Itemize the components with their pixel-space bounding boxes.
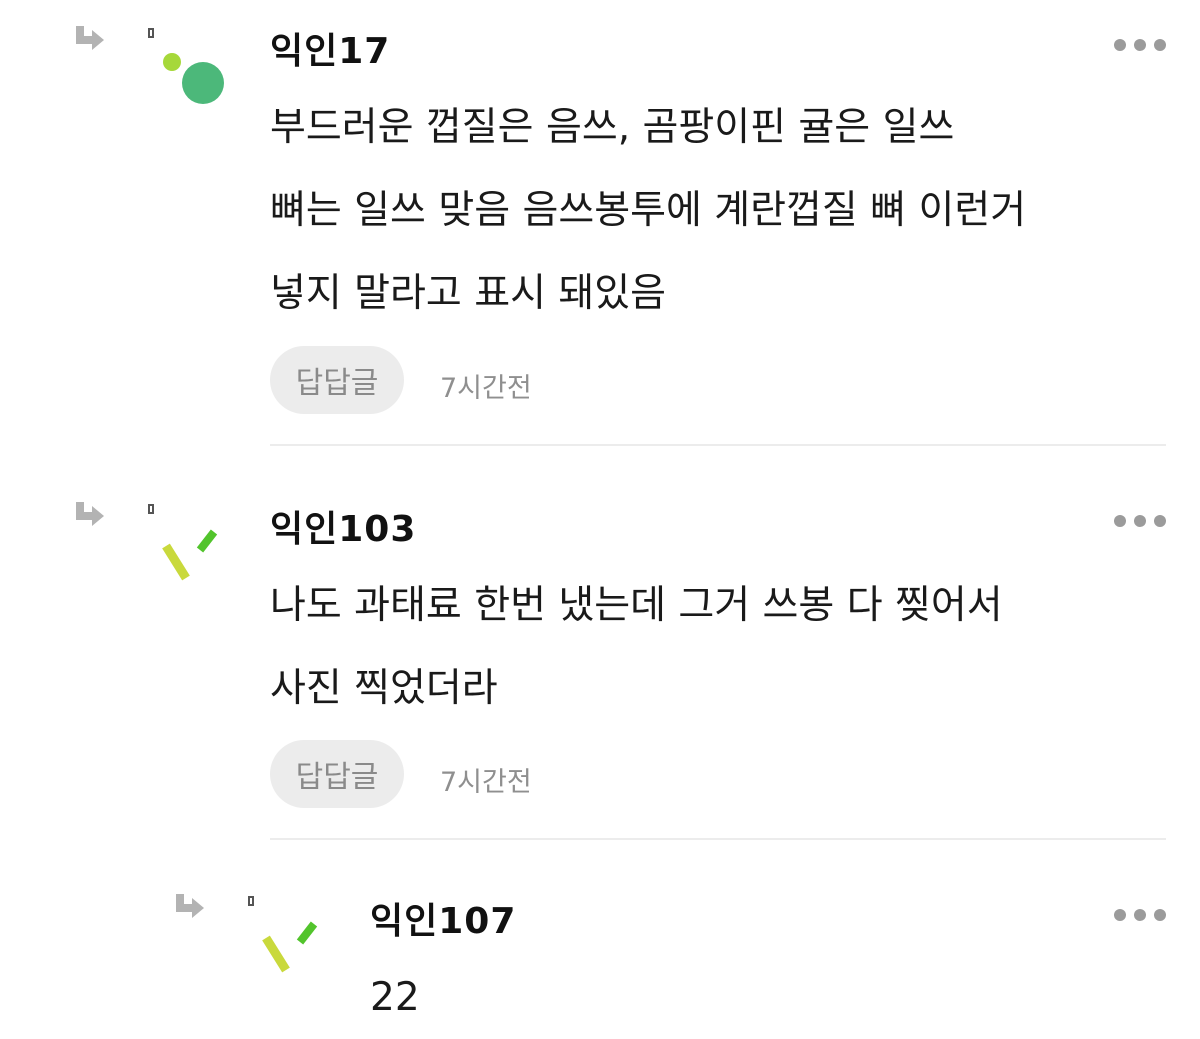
more-options-icon[interactable] [1114,38,1166,52]
avatar[interactable] [256,914,336,994]
comment-item: 익인107 22 [0,872,1200,1032]
reply-button[interactable]: 답답글 [270,346,404,414]
avatar[interactable] [156,522,236,602]
comment-author[interactable]: 익인17 [270,22,390,74]
comment-line: 22 [370,975,420,1020]
divider [270,444,1166,446]
comment-body: 22 [370,956,420,1039]
broken-image-icon [148,504,154,514]
comment-line: 넣지 말라고 표시 돼있음 [270,271,666,316]
comment-item: 익인103 나도 과태료 한번 냈는데 그거 쓰봉 다 찢어서 사진 찍었더라 … [0,478,1200,842]
comment-line: 사진 찍었더라 [270,666,498,711]
comment-line: 부드러운 껍질은 음쓰, 곰팡이핀 귤은 일쓰 [270,105,955,150]
comment-timestamp: 7시간전 [440,373,532,404]
reply-arrow-icon [74,24,108,54]
comment-author[interactable]: 익인103 [270,500,416,552]
comment-item: 익인17 부드러운 껍질은 음쓰, 곰팡이핀 귤은 일쓰 뼈는 일쓰 맞음 음쓰… [0,0,1200,450]
comment-author[interactable]: 익인107 [370,892,516,944]
comment-timestamp: 7시간전 [440,767,532,798]
more-options-icon[interactable] [1114,514,1166,528]
divider [270,838,1166,840]
comment-line: 나도 과태료 한번 냈는데 그거 쓰봉 다 찢어서 [270,583,1003,628]
broken-image-icon [248,896,254,906]
reply-arrow-icon [74,500,108,530]
avatar[interactable] [156,48,236,128]
comment-line: 뼈는 일쓰 맞음 음쓰봉투에 계란껍질 뼈 이런거 [270,188,1027,233]
broken-image-icon [148,28,154,38]
reply-arrow-icon [174,892,208,922]
comment-body: 부드러운 껍질은 음쓰, 곰팡이핀 귤은 일쓰 뼈는 일쓰 맞음 음쓰봉투에 계… [270,86,1026,335]
comment-body: 나도 과태료 한번 냈는데 그거 쓰봉 다 찢어서 사진 찍었더라 [270,564,1003,730]
more-options-icon[interactable] [1114,908,1166,922]
reply-button[interactable]: 답답글 [270,740,404,808]
